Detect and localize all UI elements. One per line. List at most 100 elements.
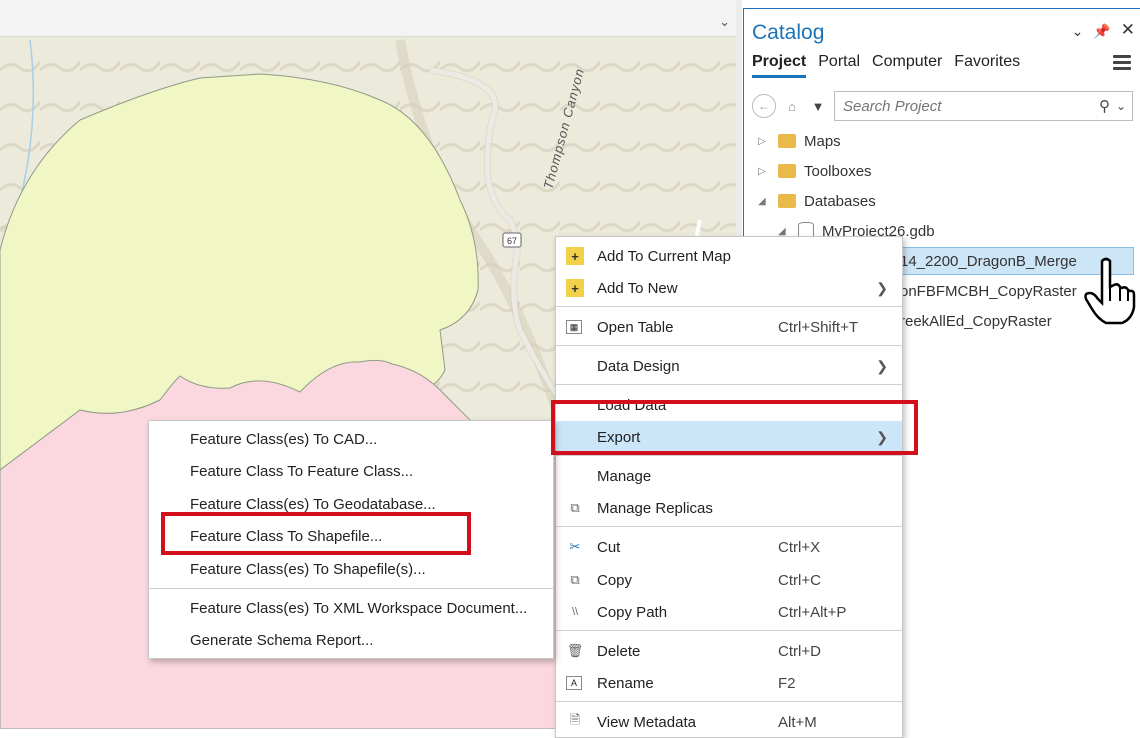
menu-item-to-xml[interactable]: Feature Class(es) To XML Workspace Docum… xyxy=(149,592,553,624)
copy-path-icon: \\ xyxy=(571,606,579,618)
folder-icon xyxy=(778,164,796,178)
tree-item-label: 14_2200_DragonB_Merge xyxy=(900,252,1077,270)
tree-item-label: Toolboxes xyxy=(804,162,872,180)
pane-controls: ⌄ 📌 ✕ xyxy=(1072,21,1135,40)
menu-item-schema-report[interactable]: Generate Schema Report... xyxy=(149,624,553,656)
menu-label: Delete xyxy=(597,642,641,660)
menu-label: Open Table xyxy=(597,318,674,336)
chevron-right-icon: ❯ xyxy=(876,357,888,374)
search-input[interactable] xyxy=(841,96,1093,116)
menu-separator xyxy=(556,701,902,702)
tree-item-raster-2[interactable]: reekAllEd_CopyRaster xyxy=(900,308,1052,334)
export-highlight-box xyxy=(551,400,918,455)
tab-portal[interactable]: Portal xyxy=(818,53,860,78)
shortcut-label: Ctrl+X xyxy=(778,538,821,556)
expand-icon[interactable]: ▷ xyxy=(758,136,770,147)
menu-item-view-metadata[interactable]: 🗎 View Metadata Alt+M xyxy=(556,706,902,738)
folder-icon xyxy=(778,134,796,148)
tree-item-toolboxes[interactable]: ▷ Toolboxes xyxy=(758,158,872,184)
chevron-down-icon[interactable]: ⌄ xyxy=(1116,99,1126,113)
tree-item-feature-class[interactable]: 14_2200_DragonB_Merge xyxy=(900,248,1077,274)
tree-item-label: Databases xyxy=(804,192,876,210)
menu-label: Manage xyxy=(597,467,652,485)
menu-item-to-cad[interactable]: Feature Class(es) To CAD... xyxy=(149,423,553,455)
tree-item-raster-1[interactable]: onFBFMCBH_CopyRaster xyxy=(900,278,1077,304)
menu-item-delete[interactable]: 🗑 Delete Ctrl+D xyxy=(556,635,902,667)
tree-item-label: onFBFMCBH_CopyRaster xyxy=(900,282,1077,300)
menu-item-to-feature-class[interactable]: Feature Class To Feature Class... xyxy=(149,455,553,487)
menu-item-rename[interactable]: A Rename F2 xyxy=(556,667,902,699)
tab-favorites[interactable]: Favorites xyxy=(954,53,1020,78)
trash-icon: 🗑 xyxy=(566,643,584,658)
tab-computer[interactable]: Computer xyxy=(872,53,942,78)
menu-icon[interactable] xyxy=(1113,55,1131,73)
chevron-down-icon[interactable]: ⌄ xyxy=(1072,23,1084,40)
collapse-icon[interactable]: ◢ xyxy=(778,226,790,237)
shortcut-label: Ctrl+Shift+T xyxy=(778,318,859,336)
search-icon[interactable]: ⚲ xyxy=(1099,97,1110,115)
menu-item-cut[interactable]: ✂ Cut Ctrl+X xyxy=(556,531,902,563)
menu-label: Copy Path xyxy=(597,603,668,621)
menu-separator xyxy=(556,526,902,527)
filter-icon[interactable]: ▼ xyxy=(808,96,828,116)
home-icon[interactable]: ⌂ xyxy=(782,96,802,116)
shortcut-label: F2 xyxy=(778,674,796,692)
context-menu: + Add To Current Map + Add To New ❯ ▦ Op… xyxy=(555,236,903,738)
menu-label: Rename xyxy=(597,674,654,692)
tree-item-label: Maps xyxy=(804,132,841,150)
add-layer-icon: + xyxy=(566,279,584,297)
shortcut-label: Ctrl+D xyxy=(778,642,821,660)
search-box: ⚲ ⌄ xyxy=(834,91,1133,121)
menu-label: View Metadata xyxy=(597,713,696,731)
menu-item-data-design[interactable]: Data Design ❯ xyxy=(556,350,902,382)
shortcut-label: Ctrl+Alt+P xyxy=(778,603,847,621)
menu-separator xyxy=(556,384,902,385)
menu-item-open-table[interactable]: ▦ Open Table Ctrl+Shift+T xyxy=(556,311,902,343)
tree-item-maps[interactable]: ▷ Maps xyxy=(758,128,841,154)
menu-label: Feature Class(es) To XML Workspace Docum… xyxy=(190,599,528,617)
expand-icon[interactable]: ▷ xyxy=(758,166,770,177)
map-view-header: ⌄ xyxy=(0,0,736,37)
pin-icon[interactable]: 📌 xyxy=(1093,23,1110,40)
tree-item-databases[interactable]: ◢ Databases xyxy=(758,188,876,214)
menu-separator xyxy=(556,630,902,631)
menu-item-add-to-new[interactable]: + Add To New ❯ xyxy=(556,272,902,304)
menu-label: Manage Replicas xyxy=(597,499,713,517)
menu-item-to-shapefiles[interactable]: Feature Class(es) To Shapefile(s)... xyxy=(149,553,553,585)
chevron-right-icon: ❯ xyxy=(876,279,888,296)
folder-icon xyxy=(778,194,796,208)
menu-label: Generate Schema Report... xyxy=(190,631,374,649)
menu-label: Feature Class To Feature Class... xyxy=(190,462,414,480)
menu-label: Feature Class(es) To Shapefile(s)... xyxy=(190,560,426,578)
tab-project[interactable]: Project xyxy=(752,53,807,78)
tree-item-label: reekAllEd_CopyRaster xyxy=(900,312,1052,330)
catalog-title: Catalog xyxy=(752,21,825,44)
menu-item-copy[interactable]: ⧉ Copy Ctrl+C xyxy=(556,564,902,596)
menu-label: Cut xyxy=(597,538,621,556)
catalog-toolbar: ← ⌂ ▼ ⚲ ⌄ xyxy=(752,91,1133,121)
menu-label: Add To Current Map xyxy=(597,247,731,265)
back-icon[interactable]: ← xyxy=(752,94,776,118)
menu-label: Feature Class(es) To CAD... xyxy=(190,430,378,448)
menu-separator xyxy=(556,345,902,346)
menu-label: Data Design xyxy=(597,357,680,375)
catalog-tabs: Project Portal Computer Favorites xyxy=(752,53,1020,78)
replica-icon: ⧉ xyxy=(570,500,580,515)
chevron-down-icon[interactable]: ⌄ xyxy=(719,14,730,30)
menu-separator xyxy=(556,306,902,307)
menu-label: Add To New xyxy=(597,279,678,297)
menu-item-add-to-current-map[interactable]: + Add To Current Map xyxy=(556,240,902,272)
menu-item-manage-replicas[interactable]: ⧉ Manage Replicas xyxy=(556,492,902,524)
table-icon: ▦ xyxy=(566,320,582,334)
route-shield-label: 67 xyxy=(507,236,517,246)
add-layer-icon: + xyxy=(566,247,584,265)
shortcut-label: Ctrl+C xyxy=(778,571,821,589)
shapefile-highlight-box xyxy=(161,512,471,555)
collapse-icon[interactable]: ◢ xyxy=(758,196,770,207)
scissors-icon: ✂ xyxy=(569,539,581,554)
menu-separator xyxy=(149,588,553,589)
menu-item-copy-path[interactable]: \\ Copy Path Ctrl+Alt+P xyxy=(556,596,902,628)
menu-item-manage[interactable]: Manage xyxy=(556,460,902,492)
close-icon[interactable]: ✕ xyxy=(1121,21,1135,40)
menu-label: Copy xyxy=(597,571,633,589)
